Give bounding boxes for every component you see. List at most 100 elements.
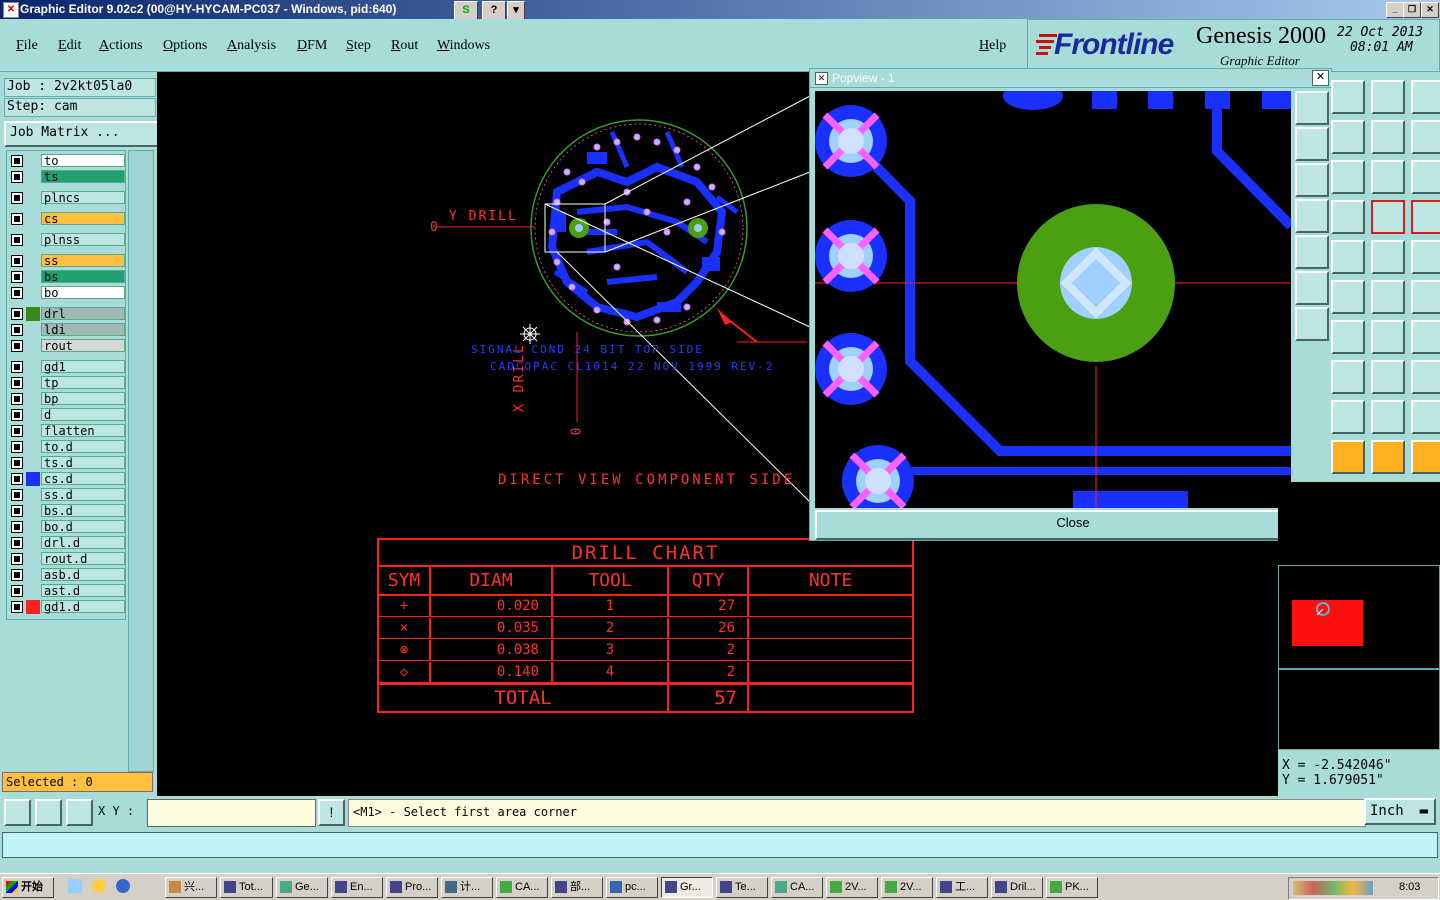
menu-help[interactable]: Help xyxy=(979,38,1006,54)
layer-row[interactable]: ldi xyxy=(9,323,125,337)
layer-checkbox[interactable] xyxy=(11,192,23,204)
layer-name[interactable]: rout xyxy=(41,339,125,352)
menu-options[interactable]: Options xyxy=(163,38,207,54)
undo-icon[interactable] xyxy=(1371,120,1405,154)
layer-checkbox[interactable] xyxy=(11,457,23,469)
layer-name[interactable]: asb.d xyxy=(41,568,125,581)
layer-checkbox[interactable] xyxy=(11,505,23,517)
layer-name[interactable]: gd1 xyxy=(41,360,125,373)
unit-select[interactable]: Inch ▬ xyxy=(1364,798,1436,825)
layer-name[interactable]: drl.d xyxy=(41,536,125,549)
layer-checkbox[interactable] xyxy=(11,287,23,299)
ratio-icon[interactable] xyxy=(1371,160,1405,194)
redo-icon[interactable] xyxy=(1411,120,1440,154)
quicklaunch-ie-icon[interactable] xyxy=(116,879,130,893)
quick-help-button[interactable]: ? xyxy=(482,1,506,20)
layer-row[interactable]: ts xyxy=(9,170,125,184)
tray-icons[interactable] xyxy=(1293,881,1373,895)
layer-row[interactable]: gd1 xyxy=(9,360,125,374)
layer-row[interactable]: ss xyxy=(9,254,125,268)
taskbar-item[interactable]: 工... xyxy=(936,877,988,898)
text-a-icon[interactable] xyxy=(1331,400,1365,434)
grid-icon[interactable] xyxy=(1331,200,1365,234)
snap-icon[interactable] xyxy=(1371,200,1405,234)
menu-edit[interactable]: Edit xyxy=(58,38,81,54)
line-icon[interactable] xyxy=(1331,320,1365,354)
connect-icon[interactable] xyxy=(1371,280,1405,314)
layer-checkbox[interactable] xyxy=(11,425,23,437)
layer-row[interactable]: drl.d xyxy=(9,536,125,550)
taskbar-item[interactable]: 2V... xyxy=(881,877,933,898)
popview-home-icon[interactable] xyxy=(1295,127,1329,161)
taskbar-item[interactable]: CA... xyxy=(771,877,823,898)
layer-checkbox[interactable] xyxy=(11,569,23,581)
taskbar-item[interactable]: 兴... xyxy=(165,877,217,898)
layer-row[interactable]: drl xyxy=(9,307,125,321)
popview-close-icon[interactable]: ✕ xyxy=(1312,70,1329,86)
xy-input[interactable] xyxy=(147,799,316,827)
layer-checkbox[interactable] xyxy=(11,377,23,389)
layer-checkbox[interactable] xyxy=(11,489,23,501)
quicklaunch-clock-icon[interactable] xyxy=(92,879,106,893)
taskbar-item[interactable]: 2V... xyxy=(826,877,878,898)
popview-close-button[interactable]: Close xyxy=(815,510,1331,540)
measure-icon[interactable] xyxy=(1371,360,1405,394)
taskbar-item[interactable]: Pro... xyxy=(386,877,438,898)
layer-row[interactable]: cs.d xyxy=(9,472,125,486)
layer-checkbox[interactable] xyxy=(11,361,23,373)
box-icon[interactable] xyxy=(1331,240,1365,274)
popview-forward-icon[interactable] xyxy=(1295,235,1329,269)
select-icon[interactable] xyxy=(1331,440,1365,474)
layer-name[interactable]: to xyxy=(41,154,125,167)
layer-name[interactable]: cs xyxy=(41,212,125,225)
close-window-button[interactable]: ✕ xyxy=(1421,2,1439,18)
layer-name[interactable]: plnss xyxy=(41,233,125,246)
popview-screen-icon[interactable] xyxy=(1295,163,1329,197)
layout-icon[interactable] xyxy=(1411,80,1440,114)
layer-name[interactable]: bs xyxy=(41,270,125,283)
taskbar-item[interactable]: CA... xyxy=(496,877,548,898)
maximize-button[interactable]: ❐ xyxy=(1403,2,1421,18)
taskbar-item[interactable]: En... xyxy=(331,877,383,898)
layer-checkbox[interactable] xyxy=(11,171,23,183)
layer-name[interactable]: bs.d xyxy=(41,504,125,517)
ruler-icon[interactable] xyxy=(1371,240,1405,274)
layer-checkbox[interactable] xyxy=(11,340,23,352)
taskbar-item[interactable]: Te... xyxy=(716,877,768,898)
layer-row[interactable]: flatten xyxy=(9,424,125,438)
layer-list-scrollbar[interactable] xyxy=(128,150,154,772)
layer-name[interactable]: rout.d xyxy=(41,552,125,565)
layer-row[interactable]: tp xyxy=(9,376,125,390)
taskbar-item[interactable]: Tot... xyxy=(220,877,273,898)
layer-checkbox[interactable] xyxy=(11,409,23,421)
layer-row[interactable]: to xyxy=(9,154,125,168)
layer-row[interactable]: bs.d xyxy=(9,504,125,518)
center-icon[interactable] xyxy=(1411,240,1440,274)
layer-checkbox[interactable] xyxy=(11,537,23,549)
layer-row[interactable]: cs xyxy=(9,212,125,226)
taskbar-item[interactable]: PK... xyxy=(1046,877,1098,898)
connect-alt-icon[interactable] xyxy=(1411,280,1440,314)
taskbar-item[interactable]: Gr... xyxy=(661,877,713,898)
layer-name[interactable]: ts.d xyxy=(41,456,125,469)
help-icon[interactable] xyxy=(1411,160,1440,194)
layer-name[interactable]: flatten xyxy=(41,424,125,437)
layer-row[interactable]: ss.d xyxy=(9,488,125,502)
layer-row[interactable]: bo.d xyxy=(9,520,125,534)
menu-actions[interactable]: Actions xyxy=(99,38,143,54)
layer-name[interactable]: bo xyxy=(41,286,125,299)
taskbar-item[interactable]: Ge... xyxy=(276,877,328,898)
layer-name[interactable]: cs.d xyxy=(41,472,125,485)
layer-checkbox[interactable] xyxy=(11,553,23,565)
taskbar-item[interactable]: 部... xyxy=(551,877,603,898)
layer-row[interactable]: asb.d xyxy=(9,568,125,582)
route-icon[interactable] xyxy=(1411,440,1440,474)
display-icon[interactable] xyxy=(1331,160,1365,194)
layer-name[interactable]: bp xyxy=(41,392,125,405)
zoom-area-icon[interactable] xyxy=(4,799,31,826)
layer-checkbox[interactable] xyxy=(11,271,23,283)
layer-name[interactable]: bo.d xyxy=(41,520,125,533)
flip-icon[interactable] xyxy=(1411,320,1440,354)
menu-step[interactable]: Step xyxy=(346,38,371,54)
popview-fit-icon[interactable] xyxy=(1295,271,1329,305)
